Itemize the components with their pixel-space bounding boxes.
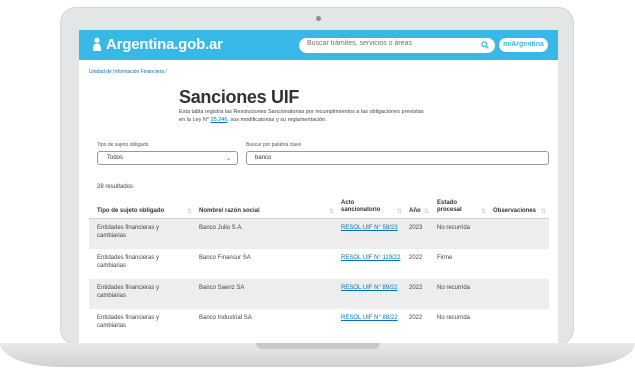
description-line2-post: , sus modificatorias y su reglamentación… (227, 117, 327, 123)
col-header-acto-line1: Acto (341, 200, 355, 206)
results-count: 28 resultados (97, 184, 134, 190)
laptop-camera (316, 16, 321, 21)
cell-nombre: Banco Saenz SA (199, 285, 245, 291)
cell-tipo-line2: cambiarias (97, 263, 127, 269)
cell-nombre: Banco Julio S.A. (199, 225, 244, 231)
breadcrumb[interactable]: Unidad de Información Financiera / (89, 69, 167, 75)
sort-icon[interactable]: ⇅ (424, 208, 429, 215)
laptop-base-notch (256, 343, 380, 349)
description-line2-pre: en la Ley N° (179, 117, 211, 123)
cell-acto-link[interactable]: RESOL UIF N° 88/22 (341, 314, 398, 322)
col-header-estado-line1: Estado (437, 200, 458, 206)
law-link[interactable]: 25.246 (211, 117, 228, 123)
cell-anio: 2022 (409, 285, 423, 291)
cell-tipo-line1: Entidades financieras y (97, 285, 160, 291)
cell-nombre: Banco Finansur SA (199, 255, 251, 261)
table-row: Entidades financieras y cambiarias Banco … (89, 309, 549, 339)
col-header-estado-line2: procesal (437, 207, 462, 213)
col-header-acto[interactable]: Acto sancionatorio (341, 200, 380, 214)
argentina-shield-icon (93, 37, 101, 51)
col-header-estado[interactable]: Estado procesal (437, 200, 462, 214)
cell-tipo: Entidades financieras y cambiarias (97, 284, 159, 300)
table-row: Entidades financieras y cambiarias Banco … (89, 279, 549, 309)
sort-icon[interactable]: ⇅ (397, 208, 402, 215)
keyword-value: banco (255, 155, 272, 161)
type-filter-label: Tipo de sujeto obligado (97, 142, 149, 148)
keyword-filter-label: Buscar por palabra clave (246, 142, 302, 148)
cell-tipo-line2: cambiarias (97, 233, 127, 239)
cell-tipo: Entidades financieras y cambiarias (97, 254, 159, 270)
page-title: Sanciones UIF (179, 87, 300, 107)
search-input[interactable]: Buscar trámites, servicios o áreas (299, 38, 495, 53)
cell-anio: 2022 (409, 255, 423, 261)
cell-anio: 2022 (409, 315, 423, 321)
table-row: Entidades financieras y cambiarias Banco … (89, 219, 549, 249)
cell-tipo-line1: Entidades financieras y (97, 315, 160, 321)
cell-tipo-line2: cambiarias (97, 323, 127, 329)
page-description: Esta tabla registra las Resoluciones San… (179, 108, 479, 124)
chevron-down-icon: ⌄ (225, 156, 231, 162)
col-header-anio[interactable]: Año (409, 208, 421, 215)
sort-icon[interactable]: ⇅ (187, 208, 192, 215)
cell-acto-link[interactable]: RESOL UIF N° 119/22 (341, 254, 400, 262)
table-row: Entidades financieras y cambiarias Banco … (89, 249, 549, 279)
cell-tipo-line1: Entidades financieras y (97, 255, 160, 261)
search-placeholder: Buscar trámites, servicios o áreas (307, 40, 413, 47)
type-filter-value: Todos (107, 155, 124, 161)
sort-icon[interactable]: ⇅ (481, 208, 486, 215)
cell-tipo: Entidades financieras y cambiarias (97, 314, 159, 330)
description-line1: Esta tabla registra las Resoluciones San… (179, 109, 424, 115)
cell-acto-link[interactable]: RESOL UIF N° 58/23 (341, 224, 398, 232)
col-header-tipo[interactable]: Tipo de sujeto obligado (97, 208, 164, 215)
col-header-acto-line2: sancionatorio (341, 207, 381, 213)
cell-tipo-line2: cambiarias (97, 293, 127, 299)
site-header: Argentina.gob.ar Buscar trámites, servic… (79, 30, 558, 60)
cell-estado: No recurrida (437, 285, 471, 291)
cell-nombre: Banco Industrial SA (199, 315, 252, 321)
cell-anio: 2023 (409, 225, 423, 231)
browser-screen: Argentina.gob.ar Buscar trámites, servic… (79, 30, 558, 344)
cell-acto-link[interactable]: RESOL UIF N° 89/22 (341, 284, 398, 292)
site-logo[interactable]: Argentina.gob.ar (106, 36, 223, 53)
sort-icon[interactable]: ⇅ (329, 208, 334, 215)
cell-estado: No recurrida (437, 225, 471, 231)
cell-estado: Firme (437, 255, 453, 261)
cell-tipo-line1: Entidades financieras y (97, 225, 160, 231)
search-icon[interactable] (481, 41, 489, 49)
mi-argentina-button[interactable]: miArgentina (498, 37, 549, 53)
col-header-observaciones[interactable]: Observaciones (493, 208, 536, 215)
cell-estado: No recurrida (437, 315, 471, 321)
type-filter-select[interactable]: Todos ⌄ (97, 151, 238, 165)
cell-tipo: Entidades financieras y cambiarias (97, 224, 159, 240)
col-header-nombre[interactable]: Nombre/ razón social (199, 208, 260, 215)
keyword-search-input[interactable]: banco (246, 151, 549, 165)
sort-icon[interactable]: ⇅ (541, 208, 546, 215)
